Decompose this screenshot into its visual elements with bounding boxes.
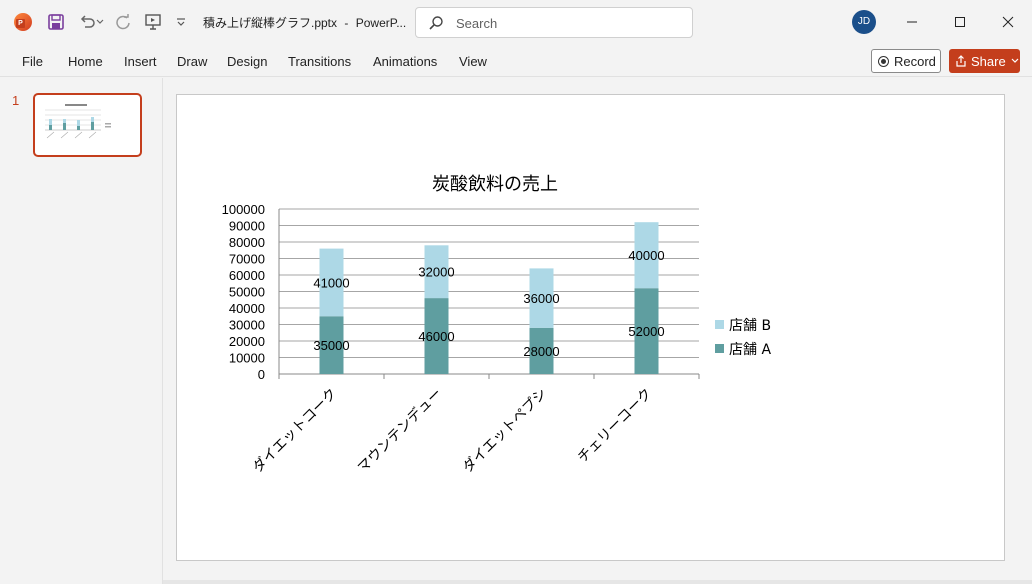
share-dropdown-icon[interactable] [1011, 58, 1019, 64]
record-label: Record [894, 53, 936, 69]
search-icon [428, 15, 444, 36]
x-category-label: ダイエットコーク [250, 386, 340, 476]
x-category-label: マウンテンデュー [354, 385, 445, 476]
title-bar: P 積み上げ縦棒グラフ.pptx - PowerP... JD [0, 0, 1032, 44]
maximize-icon[interactable] [949, 11, 971, 33]
close-icon[interactable] [997, 11, 1019, 33]
tab-transitions[interactable]: Transitions [288, 54, 351, 69]
title-separator: - [344, 16, 349, 30]
slide-thumbnail[interactable] [33, 93, 142, 157]
tab-home[interactable]: Home [68, 54, 103, 69]
minimize-icon[interactable] [901, 11, 923, 33]
x-category-label: ダイエットペプシ [460, 386, 550, 476]
y-tick-label: 50000 [229, 285, 265, 300]
share-icon [955, 55, 967, 67]
app-name: PowerP... [355, 16, 407, 30]
y-tick-label: 70000 [229, 252, 265, 267]
y-tick-label: 60000 [229, 268, 265, 283]
data-label: 36000 [523, 291, 559, 306]
powerpoint-logo-icon: P [12, 11, 34, 33]
data-label: 46000 [418, 329, 454, 344]
x-category-label: チェリーコーク [575, 386, 656, 467]
customize-toolbar-icon[interactable] [172, 11, 190, 33]
search-box[interactable] [415, 7, 693, 38]
thumbnail-preview [45, 104, 111, 139]
search-input[interactable] [456, 14, 676, 32]
data-label: 32000 [418, 265, 454, 280]
y-tick-label: 40000 [229, 301, 265, 316]
tab-animations[interactable]: Animations [373, 54, 437, 69]
share-button[interactable]: Share [949, 49, 1020, 73]
stacked-column-chart[interactable]: 炭酸飲料の売上010000200003000040000500006000070… [177, 95, 1006, 562]
y-tick-label: 30000 [229, 318, 265, 333]
undo-dropdown-icon[interactable] [93, 11, 107, 33]
data-label: 35000 [313, 338, 349, 353]
share-label: Share [971, 53, 1006, 69]
record-icon [878, 55, 889, 67]
tab-insert[interactable]: Insert [124, 54, 157, 69]
redo-icon[interactable] [112, 11, 134, 33]
tab-design[interactable]: Design [227, 54, 267, 69]
y-tick-label: 100000 [222, 202, 265, 217]
data-label: 28000 [523, 344, 559, 359]
tab-draw[interactable]: Draw [177, 54, 207, 69]
legend-label: 店舗 A [729, 342, 771, 358]
data-label: 41000 [313, 275, 349, 290]
user-avatar[interactable]: JD [852, 10, 876, 34]
y-tick-label: 10000 [229, 351, 265, 366]
tab-file[interactable]: File [22, 54, 43, 69]
legend-swatch [715, 320, 724, 329]
data-label: 52000 [628, 324, 664, 339]
document-title: 積み上げ縦棒グラフ.pptx - PowerP... [203, 14, 406, 31]
save-icon[interactable] [45, 11, 67, 33]
legend-label: 店舗 B [729, 318, 771, 334]
present-from-beginning-icon[interactable] [142, 11, 164, 33]
y-tick-label: 20000 [229, 334, 265, 349]
status-bar [163, 580, 1032, 584]
y-tick-label: 0 [258, 367, 265, 382]
slide-canvas[interactable]: 炭酸飲料の売上 0 10000 20000 30000 40000 50000 60000 70… [176, 94, 1005, 561]
y-tick-label: 90000 [229, 219, 265, 234]
tab-view[interactable]: View [459, 54, 487, 69]
y-tick-label: 80000 [229, 235, 265, 250]
slide-thumbnail-pane: 1 [0, 78, 163, 584]
record-button[interactable]: Record [871, 49, 941, 73]
file-name: 積み上げ縦棒グラフ.pptx [203, 16, 338, 30]
legend-swatch [715, 344, 724, 353]
data-label: 40000 [628, 248, 664, 263]
thumbnail-number: 1 [12, 93, 20, 108]
chart-title: 炭酸飲料の売上 [432, 174, 558, 195]
